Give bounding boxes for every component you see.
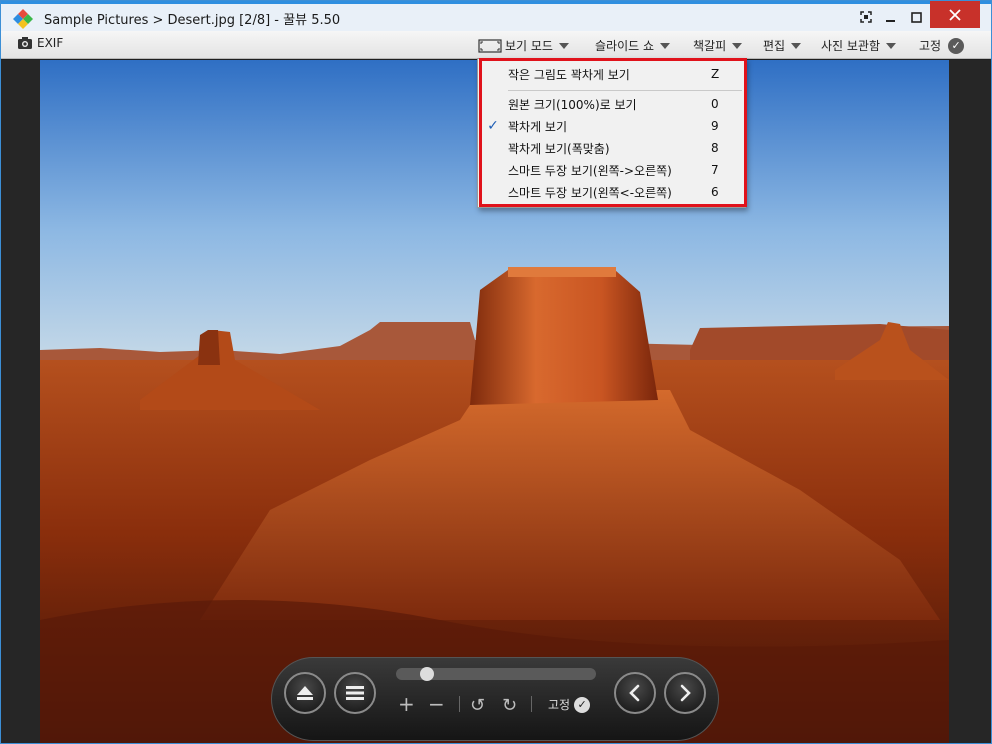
- next-image-button[interactable]: [664, 672, 706, 714]
- view-mode-label: 보기 모드: [505, 39, 553, 53]
- pin-toggle[interactable]: 고정 ✓: [919, 37, 965, 54]
- edit-label: 편집: [763, 39, 786, 53]
- menu-item-shortcut: 8: [711, 141, 719, 155]
- menu-item-shortcut: Z: [711, 67, 720, 81]
- menu-item-smart-two-page-ltr[interactable]: 스마트 두장 보기(왼쪽->오른쪽) 7: [478, 159, 745, 181]
- camera-icon: [18, 37, 32, 49]
- menu-item-original-size[interactable]: 원본 크기(100%)로 보기 0: [478, 93, 745, 115]
- menu-item-fit-width[interactable]: 꽉차게 보기(폭맞춤) 8: [478, 137, 745, 159]
- edit-menu[interactable]: 편집: [763, 37, 802, 54]
- minimize-icon: [885, 19, 895, 22]
- menu-item-shortcut: 6: [711, 185, 719, 199]
- menu-item-fit[interactable]: ✓ 꽉차게 보기 9: [478, 115, 745, 137]
- close-icon: [949, 8, 961, 21]
- rotate-right-icon[interactable]: ↻: [502, 696, 517, 716]
- view-mode-menu[interactable]: 보기 모드: [478, 37, 569, 54]
- menu-item-smart-two-page-rtl[interactable]: 스마트 두장 보기(왼쪽<-오른쪽) 6: [478, 181, 745, 203]
- menu-item-label: 꽉차게 보기: [508, 119, 568, 134]
- fullscreen-button[interactable]: [853, 4, 879, 30]
- exif-label: EXIF: [37, 36, 64, 50]
- slideshow-label: 슬라이드 쇼: [595, 39, 655, 53]
- menu-item-shortcut: 7: [711, 163, 719, 177]
- bookmark-label: 책갈피: [693, 39, 727, 53]
- eject-icon: [297, 686, 313, 700]
- pin-label: 고정: [919, 39, 942, 53]
- title-bar: Sample Pictures > Desert.jpg [2/8] - 꿀뷰 …: [1, 1, 991, 31]
- chevron-down-icon: [732, 42, 743, 49]
- maximize-icon: [910, 11, 922, 23]
- hamburger-icon: [346, 686, 364, 700]
- pin-label: 고정: [548, 698, 571, 712]
- zoom-out-icon[interactable]: −: [428, 694, 445, 714]
- previous-image-button[interactable]: [614, 672, 656, 714]
- chevron-down-icon: [886, 42, 897, 49]
- menu-item-label: 스마트 두장 보기(왼쪽->오른쪽): [508, 163, 672, 178]
- bookmark-menu[interactable]: 책갈피: [693, 37, 743, 54]
- app-window: Sample Pictures > Desert.jpg [2/8] - 꿀뷰 …: [0, 0, 992, 744]
- slider-handle[interactable]: [420, 667, 434, 681]
- menu-list-button[interactable]: [334, 672, 376, 714]
- honeyview-logo-icon: [13, 9, 33, 29]
- control-separator: [531, 696, 532, 712]
- control-separator: [459, 696, 460, 712]
- menu-item-label: 꽉차게 보기(폭맞춤): [508, 141, 610, 156]
- menu-item-fit-small[interactable]: 작은 그림도 꽉차게 보기 Z: [478, 63, 745, 85]
- close-button[interactable]: [930, 1, 980, 28]
- bottom-control-bar: + − ↺ ↻ 고정 ✓: [271, 657, 719, 741]
- check-circle-icon: ✓: [948, 37, 965, 54]
- chevron-down-icon: [660, 42, 671, 49]
- zoom-in-icon[interactable]: +: [398, 694, 415, 714]
- check-circle-icon: ✓: [574, 696, 591, 713]
- exif-button[interactable]: EXIF: [17, 36, 63, 50]
- minimize-button[interactable]: [877, 4, 903, 30]
- chevron-down-icon: [558, 42, 569, 49]
- slideshow-menu[interactable]: 슬라이드 쇼: [595, 37, 671, 54]
- fit-screen-icon: [478, 38, 502, 53]
- view-mode-dropdown: 작은 그림도 꽉차게 보기 Z 원본 크기(100%)로 보기 0 ✓ 꽉차게 …: [477, 58, 746, 208]
- eject-button[interactable]: [284, 672, 326, 714]
- fullscreen-icon: [860, 11, 872, 23]
- album-label: 사진 보관함: [821, 39, 881, 53]
- menu-item-label: 작은 그림도 꽉차게 보기: [508, 67, 630, 82]
- left-margin: [1, 60, 40, 743]
- album-menu[interactable]: 사진 보관함: [821, 37, 897, 54]
- chevron-right-icon: [680, 684, 691, 702]
- menu-item-shortcut: 9: [711, 119, 719, 133]
- checkmark-icon: ✓: [487, 118, 499, 134]
- menu-item-shortcut: 0: [711, 97, 719, 111]
- rotate-left-icon[interactable]: ↺: [470, 696, 485, 716]
- menu-item-label: 원본 크기(100%)로 보기: [508, 97, 637, 112]
- menu-item-label: 스마트 두장 보기(왼쪽<-오른쪽): [508, 185, 672, 200]
- right-margin: [949, 60, 991, 743]
- maximize-button[interactable]: [903, 4, 929, 30]
- chevron-left-icon: [629, 684, 640, 702]
- menu-separator: [508, 90, 742, 91]
- toolbar: EXIF 보기 모드 슬라이드 쇼 책갈피 편집 사진 보관함 고정 ✓: [1, 31, 991, 59]
- pin-toggle-bottom[interactable]: 고정 ✓: [548, 696, 591, 713]
- window-title: Sample Pictures > Desert.jpg [2/8] - 꿀뷰 …: [44, 13, 341, 28]
- chevron-down-icon: [791, 42, 802, 49]
